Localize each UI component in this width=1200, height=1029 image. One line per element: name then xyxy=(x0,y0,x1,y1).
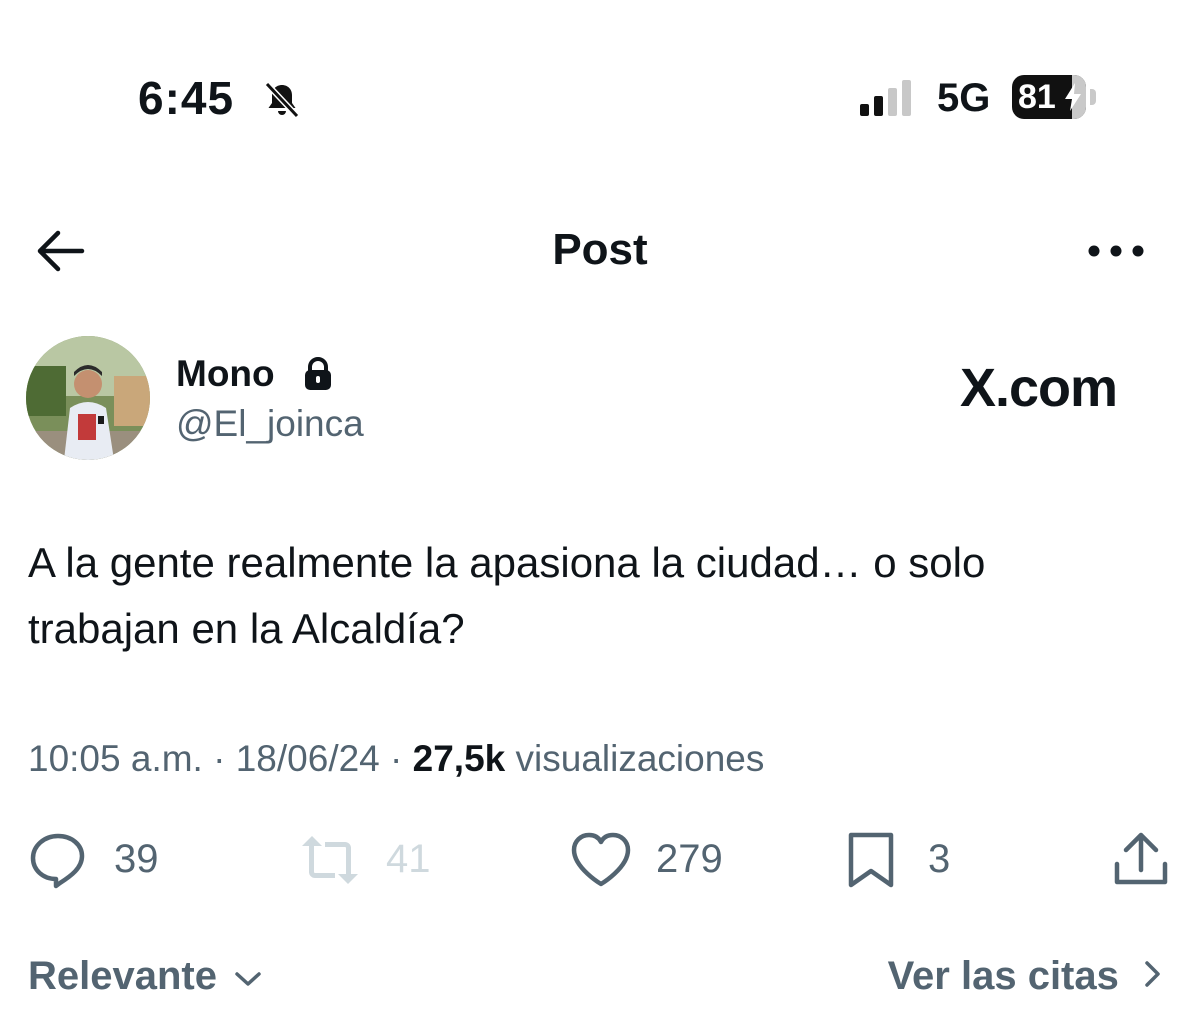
post-date[interactable]: 18/06/24 xyxy=(236,738,380,779)
post-time[interactable]: 10:05 a.m. xyxy=(28,738,203,779)
like-icon xyxy=(571,832,631,887)
post-meta: 10:05 a.m. · 18/06/24 · 27,5k visualizac… xyxy=(28,736,764,782)
author-name[interactable]: Mono xyxy=(176,352,275,396)
repost-icon xyxy=(302,836,358,884)
bookmark-count: 3 xyxy=(928,837,951,881)
bookmark-icon xyxy=(848,832,894,888)
battery-charging-icon: 81 xyxy=(1012,75,1098,121)
repost-count: 41 xyxy=(386,837,431,881)
separator: · xyxy=(213,738,226,779)
views-label: visualizaciones xyxy=(515,738,765,779)
author-handle[interactable]: @El_joinca xyxy=(176,402,364,446)
views-count: 27,5k xyxy=(412,738,506,779)
chevron-right-icon xyxy=(1145,961,1160,987)
sort-dropdown[interactable]: Relevante xyxy=(28,952,262,1000)
network-label: 5G xyxy=(937,76,991,120)
avatar[interactable] xyxy=(26,336,150,460)
post-text-line: trabajan en la Alcaldía? xyxy=(28,605,465,652)
bell-slash-icon xyxy=(264,81,300,119)
reply-button[interactable]: 39 xyxy=(28,826,178,892)
watermark: X.com xyxy=(960,358,1118,418)
share-icon xyxy=(1114,832,1168,885)
share-button[interactable] xyxy=(1112,826,1172,892)
bookmark-button[interactable]: 3 xyxy=(846,826,966,892)
post-text: A la gente realmente la apasiona la ciud… xyxy=(28,530,1168,662)
bolt-icon xyxy=(1065,83,1081,111)
reply-icon xyxy=(30,833,85,889)
separator: · xyxy=(390,738,403,779)
page-title: Post xyxy=(552,225,648,274)
more-dots-icon[interactable] xyxy=(1084,236,1148,266)
sort-label: Relevante xyxy=(28,954,217,998)
reply-count: 39 xyxy=(114,837,159,881)
like-count: 279 xyxy=(656,837,723,881)
battery-percent: 81 xyxy=(1018,78,1056,116)
like-button[interactable]: 279 xyxy=(570,826,740,892)
view-quotes-link[interactable]: Ver las citas xyxy=(888,952,1164,1000)
quotes-label: Ver las citas xyxy=(887,954,1119,998)
signal-bars-icon xyxy=(860,80,911,116)
status-time: 6:45 xyxy=(138,72,235,124)
repost-button[interactable]: 41 xyxy=(298,826,448,892)
lock-icon xyxy=(305,357,331,390)
chevron-down-icon xyxy=(235,972,261,986)
post-text-line: A la gente realmente la apasiona la ciud… xyxy=(28,539,986,586)
